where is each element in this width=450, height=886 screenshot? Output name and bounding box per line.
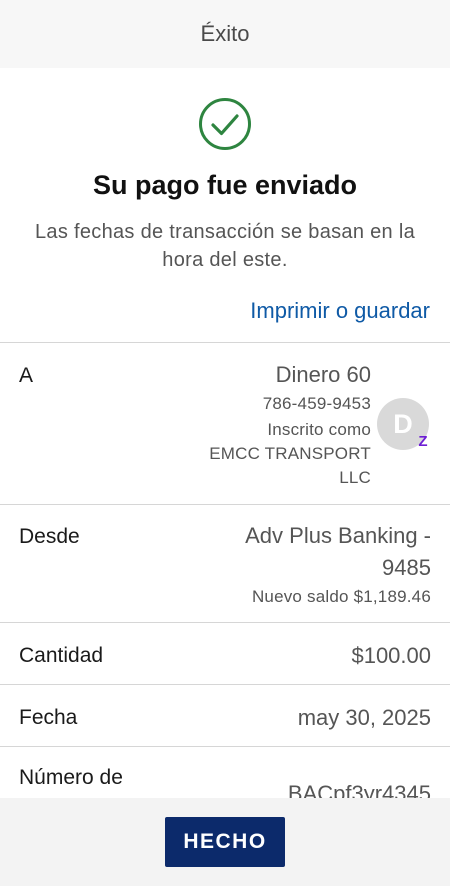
recipient-name: Dinero 60 [275, 362, 371, 387]
avatar-letter: D [393, 408, 413, 439]
from-account-line1: Adv Plus Banking - [245, 523, 431, 548]
header-title: Éxito [200, 21, 250, 46]
print-or-save-link[interactable]: Imprimir o guardar [250, 298, 430, 324]
to-label: A [19, 364, 34, 387]
number-label: Número de [19, 766, 123, 789]
from-label: Desde [19, 525, 80, 548]
date-label: Fecha [19, 706, 78, 729]
enrolled-name-line2: LLC [339, 468, 371, 487]
divider [0, 504, 450, 505]
number-value: BACpf3yr4345 [287, 781, 431, 798]
amount-label: Cantidad [19, 644, 104, 667]
recipient-phone: 786-459-9453 [262, 394, 371, 413]
confirmation-content: Su pago fue enviado Las fechas de transa… [0, 68, 450, 798]
divider [0, 684, 450, 685]
from-account-line2: 9485 [382, 555, 431, 580]
enrolled-as-label: Inscrito como [267, 420, 371, 439]
divider [0, 342, 450, 343]
zelle-glyph: Z [418, 432, 428, 450]
new-balance: Nuevo saldo $1,189.46 [251, 587, 431, 606]
check-circle-icon [198, 97, 252, 151]
app-header: Éxito [0, 0, 450, 68]
divider [0, 622, 450, 623]
done-button[interactable]: HECHO [165, 817, 285, 867]
divider [0, 746, 450, 747]
amount-value: $100.00 [351, 643, 431, 668]
confirmation-title: Su pago fue enviado [92, 170, 358, 200]
enrolled-name-line1: EMCC TRANSPORT [209, 444, 371, 463]
timezone-note: Las fechas de transacción se basan en la… [34, 221, 416, 271]
date-value: may 30, 2025 [297, 705, 431, 730]
zelle-icon: Z [414, 432, 432, 450]
footer-bar: HECHO [0, 798, 450, 886]
